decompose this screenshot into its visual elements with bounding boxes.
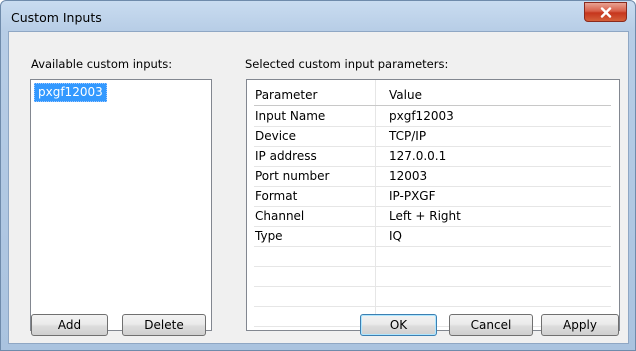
empty-row xyxy=(254,286,611,307)
column-header-value[interactable]: Value xyxy=(389,85,422,105)
dialog-body: Available custom inputs: Selected custom… xyxy=(8,31,629,344)
value-cell: Left + Right xyxy=(389,209,461,223)
table-row[interactable]: Format IP-PXGF xyxy=(254,186,611,207)
window-title: Custom Inputs xyxy=(11,10,102,25)
delete-button[interactable]: Delete xyxy=(122,314,206,336)
parameter-cell: Type xyxy=(255,229,283,243)
table-row[interactable]: Port number 12003 xyxy=(254,166,611,187)
cancel-button[interactable]: Cancel xyxy=(449,314,533,336)
value-cell: pxgf12003 xyxy=(389,109,454,123)
value-cell: 127.0.0.1 xyxy=(389,149,447,163)
table-row[interactable]: Device TCP/IP xyxy=(254,126,611,147)
available-inputs-label: Available custom inputs: xyxy=(31,57,173,71)
parameter-cell: IP address xyxy=(255,149,317,163)
parameter-cell: Port number xyxy=(255,169,330,183)
grid-header-row: Parameter Value xyxy=(254,85,611,106)
close-button[interactable] xyxy=(584,2,627,22)
selected-parameters-label: Selected custom input parameters: xyxy=(245,57,449,71)
value-cell: IQ xyxy=(389,229,402,243)
table-row[interactable]: Type IQ xyxy=(254,226,611,247)
table-row[interactable]: IP address 127.0.0.1 xyxy=(254,146,611,167)
list-item[interactable]: pxgf12003 xyxy=(34,83,107,102)
value-cell: 12003 xyxy=(389,169,428,183)
table-row[interactable]: Input Name pxgf12003 xyxy=(254,106,611,127)
table-row[interactable]: Channel Left + Right xyxy=(254,206,611,227)
apply-button[interactable]: Apply xyxy=(541,314,619,336)
parameter-cell: Channel xyxy=(255,209,305,223)
value-cell: IP-PXGF xyxy=(389,189,436,203)
empty-row xyxy=(254,246,611,267)
title-bar[interactable]: Custom Inputs xyxy=(1,1,635,31)
column-header-parameter[interactable]: Parameter xyxy=(255,85,317,105)
empty-row xyxy=(254,266,611,287)
add-button[interactable]: Add xyxy=(31,314,108,336)
value-cell: TCP/IP xyxy=(389,129,427,143)
parameter-cell: Device xyxy=(255,129,297,143)
close-icon xyxy=(600,6,611,18)
dialog-window: Custom Inputs Available custom inputs: S… xyxy=(0,0,636,351)
ok-button[interactable]: OK xyxy=(360,314,437,336)
parameters-grid[interactable]: Parameter Value Input Name pxgf12003 Dev… xyxy=(246,79,620,331)
parameter-cell: Format xyxy=(255,189,298,203)
available-inputs-list[interactable]: pxgf12003 xyxy=(30,79,212,331)
parameter-cell: Input Name xyxy=(255,109,326,123)
